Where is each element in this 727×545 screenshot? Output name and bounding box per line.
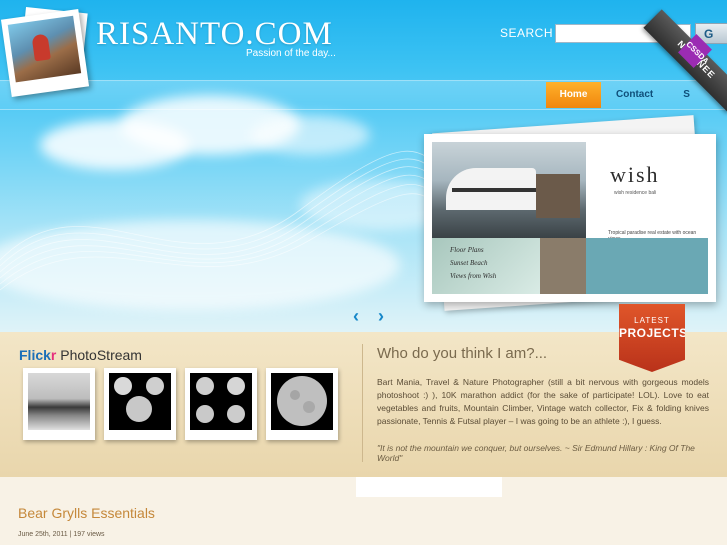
- slide-floor-panel: Floor Plans Sunset Beach Views from Wish: [432, 238, 540, 294]
- projects-label: PROJECTS: [619, 326, 688, 340]
- slide-image: Floor Plans Sunset Beach Views from Wish…: [432, 142, 708, 294]
- logo-photo[interactable]: [0, 8, 90, 98]
- flickr-thumb[interactable]: [104, 368, 176, 440]
- slide-teal-panel: [586, 238, 708, 294]
- tagline: Passion of the day...: [246, 48, 336, 59]
- profile-picture: [7, 15, 82, 83]
- flickr-thumb[interactable]: [23, 368, 95, 440]
- slideshow-frame[interactable]: Floor Plans Sunset Beach Views from Wish…: [424, 134, 716, 302]
- slide-dark-panel: [540, 238, 586, 294]
- flickr-heading[interactable]: Flickr PhotoStream: [19, 347, 142, 363]
- section-tab: [356, 477, 502, 497]
- latest-projects-badge[interactable]: LATEST PROJECTS: [619, 304, 685, 372]
- nav-item-more[interactable]: S: [668, 82, 705, 108]
- about-text: Bart Mania, Travel & Nature Photographer…: [377, 377, 709, 426]
- about-title: Who do you think I am?...: [377, 345, 548, 362]
- slide-logo-sub: wish residence bali: [614, 190, 657, 196]
- wave-lines: [0, 150, 460, 291]
- divider: [362, 344, 363, 462]
- post-title[interactable]: Bear Grylls Essentials: [18, 505, 155, 521]
- about-quote: "It is not the mountain we conquer, but …: [377, 443, 695, 463]
- nav-item-contact[interactable]: Contact: [601, 82, 668, 108]
- building-render: [432, 142, 586, 238]
- slide-logo: wish: [610, 162, 660, 187]
- main-nav: Home Contact S: [546, 82, 705, 108]
- post-meta: June 25th, 2011 | 197 views: [18, 531, 105, 538]
- search-label: SEARCH: [500, 26, 554, 40]
- nav-item-home[interactable]: Home: [546, 82, 601, 108]
- flickr-thumb[interactable]: [266, 368, 338, 440]
- latest-label: LATEST: [634, 316, 670, 325]
- chevron-right-icon[interactable]: ›: [378, 307, 390, 325]
- chevron-left-icon[interactable]: ‹: [353, 307, 365, 325]
- flickr-thumb[interactable]: [185, 368, 257, 440]
